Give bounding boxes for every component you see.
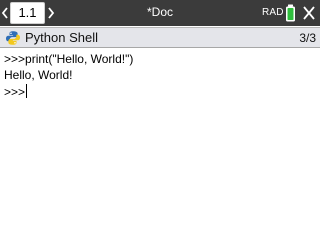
python-icon [5,30,21,46]
left-arrow-icon [1,7,8,19]
next-page-button[interactable] [46,0,56,26]
text-cursor [26,84,28,98]
angle-mode-indicator: RAD [262,7,284,18]
previous-page-button[interactable] [0,0,10,26]
battery-icon [285,4,296,22]
prompt: >>> [4,52,26,66]
console-line: Hello, World! [4,67,72,84]
python-shell-console[interactable]: >>>print("Hello, World!") Hello, World! … [0,49,320,240]
prompt: >>> [4,85,26,99]
command-text: print("Hello, World!") [25,52,134,66]
input-line[interactable]: >>> [4,84,28,101]
console-line: >>>print("Hello, World!") [4,51,133,68]
app-header: Python Shell 3/3 [0,27,320,48]
close-button[interactable] [302,5,316,21]
page-tab[interactable]: 1.1 [10,2,45,24]
document-title: *Doc [146,5,173,19]
page-indicator: 3/3 [299,31,316,45]
output-text: Hello, World! [4,68,73,82]
top-status-bar: 1.1 *Doc RAD [0,0,320,26]
close-icon [303,6,315,20]
right-arrow-icon [48,7,55,19]
app-title: Python Shell [25,30,98,45]
